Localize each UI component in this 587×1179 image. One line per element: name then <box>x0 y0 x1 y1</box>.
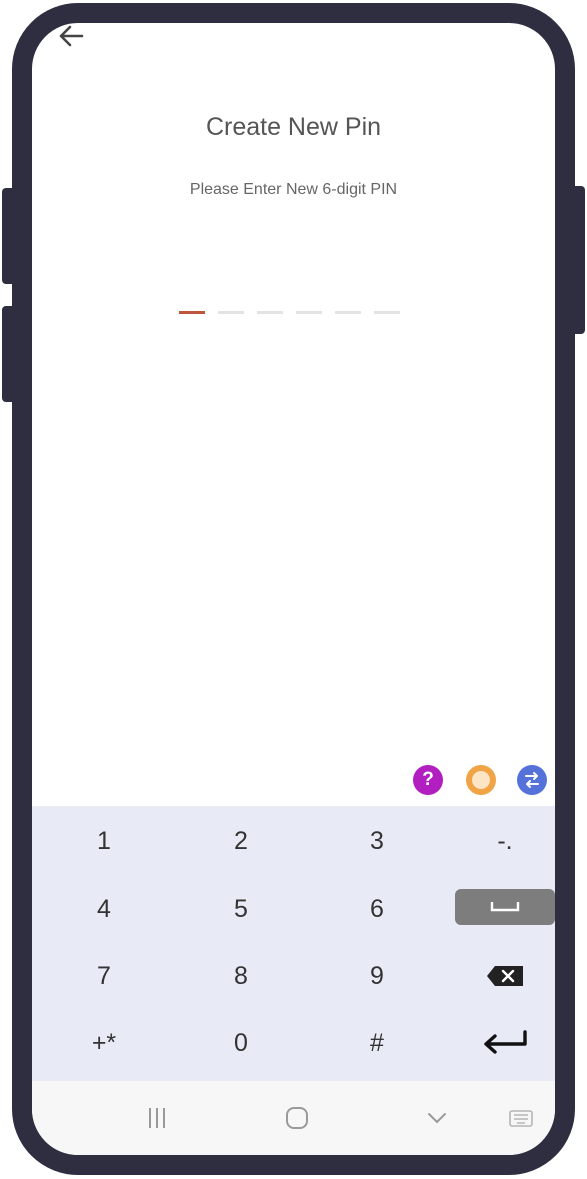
backspace-icon <box>487 966 523 986</box>
keyboard-toolbar: ? <box>32 763 555 803</box>
key-6[interactable]: 6 <box>322 884 432 934</box>
pin-digit-slot <box>296 311 322 314</box>
system-navbar <box>32 1081 555 1155</box>
pin-digit-slot <box>335 311 361 314</box>
help-icon[interactable]: ? <box>413 765 443 795</box>
pin-digit-slot <box>179 311 205 314</box>
key-plus-star[interactable]: +* <box>49 1018 159 1068</box>
backspace-key[interactable] <box>450 951 555 1001</box>
pin-digit-slot <box>374 311 400 314</box>
keyboard-switch-icon[interactable] <box>517 765 547 795</box>
arrow-left-icon[interactable] <box>56 23 86 49</box>
recents-icon[interactable] <box>142 1101 172 1135</box>
enter-icon <box>484 1030 527 1054</box>
chevron-down-icon[interactable] <box>422 1101 452 1135</box>
key-2[interactable]: 2 <box>186 816 296 866</box>
enter-key[interactable] <box>450 1018 555 1068</box>
key-hash[interactable]: # <box>322 1018 432 1068</box>
keyboard-icon[interactable] <box>506 1101 536 1135</box>
screen: Create New Pin Please Enter New 6-digit … <box>32 23 555 1155</box>
key-9[interactable]: 9 <box>322 951 432 1001</box>
key-dash-dot[interactable]: -. <box>450 816 555 866</box>
key-3[interactable]: 3 <box>322 816 432 866</box>
home-icon[interactable] <box>282 1101 312 1135</box>
pin-digit-slot <box>257 311 283 314</box>
key-7[interactable]: 7 <box>49 951 159 1001</box>
key-0[interactable]: 0 <box>186 1018 296 1068</box>
key-4[interactable]: 4 <box>49 884 159 934</box>
key-5[interactable]: 5 <box>186 884 296 934</box>
key-1[interactable]: 1 <box>49 816 159 866</box>
key-8[interactable]: 8 <box>186 951 296 1001</box>
page-subtitle: Please Enter New 6-digit PIN <box>189 181 398 198</box>
numeric-keyboard: 1 2 3 -. 4 5 6 7 8 9 +* 0 # <box>32 806 555 1081</box>
pin-input[interactable] <box>179 311 409 315</box>
pin-digit-slot <box>218 311 244 314</box>
page-title: Create New Pin <box>205 113 382 141</box>
palette-icon[interactable] <box>466 765 496 795</box>
space-icon <box>490 902 520 912</box>
phone-frame: Create New Pin Please Enter New 6-digit … <box>12 3 575 1175</box>
space-key[interactable] <box>455 889 555 925</box>
